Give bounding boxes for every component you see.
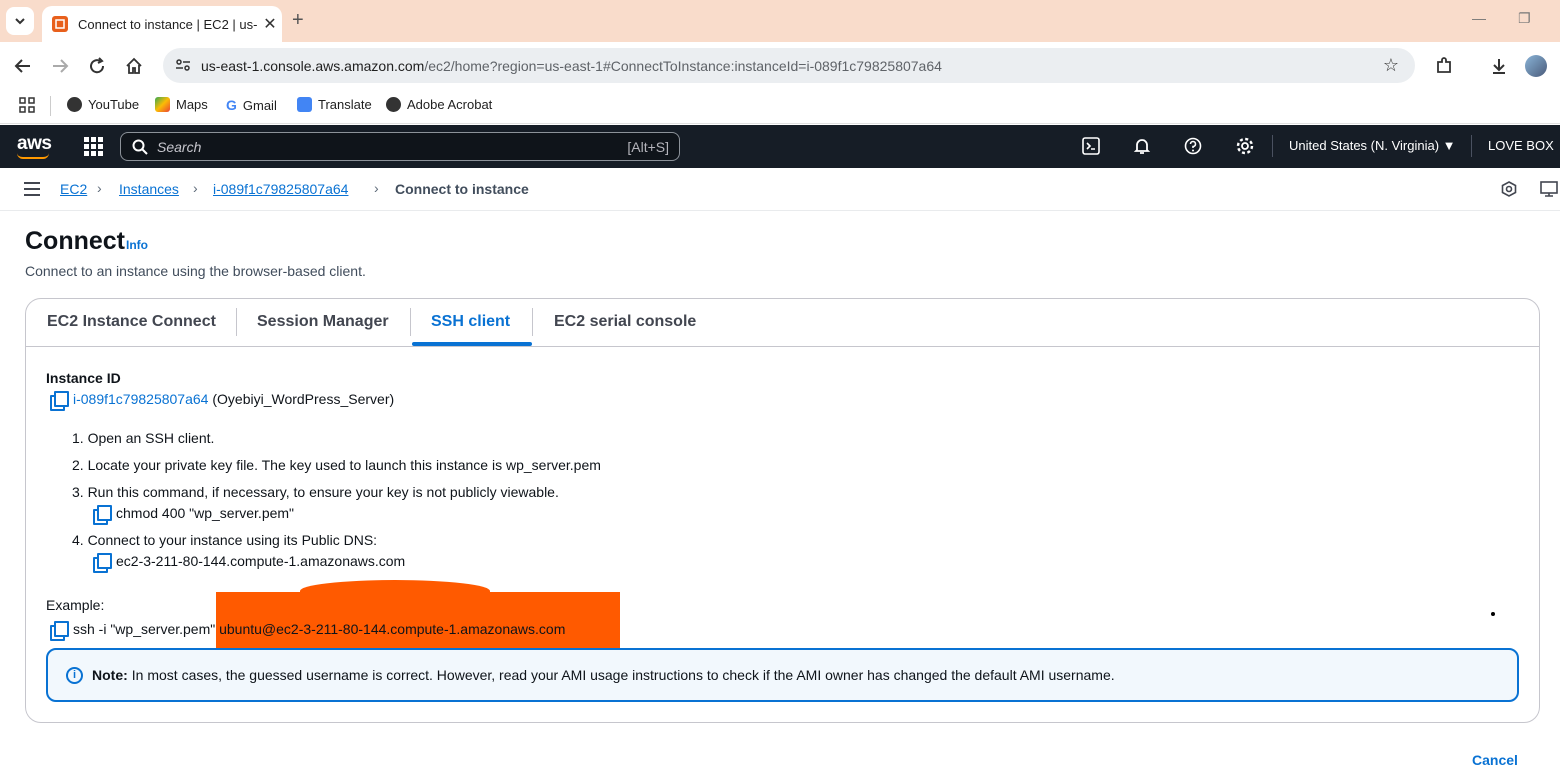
copy-icon[interactable] <box>50 391 69 411</box>
info-link[interactable]: Info <box>126 238 148 252</box>
search-shortcut: [Alt+S] <box>627 138 669 155</box>
step-1: 1. Open an SSH client. <box>72 430 215 446</box>
note-text: In most cases, the guessed username is c… <box>131 667 1115 683</box>
url-path: /ec2/home?region=us-east-1#ConnectToInst… <box>424 57 942 74</box>
copy-icon[interactable] <box>93 553 112 573</box>
bookmarks-bar: YouTube Maps G Gmail Translate Adobe Acro… <box>0 88 1560 124</box>
feedback-icon[interactable] <box>1501 181 1517 200</box>
breadcrumb-instances[interactable]: Instances <box>119 181 179 197</box>
chmod-command-row: chmod 400 "wp_server.pem" <box>93 505 295 525</box>
new-tab-icon[interactable]: + <box>292 9 304 32</box>
tab-close-icon[interactable]: ✕ <box>258 14 282 34</box>
browser-tab-strip: Connect to instance | EC2 | us-e ✕ + — ❐ <box>0 0 1560 42</box>
aws-logo-smile <box>17 153 49 159</box>
browser-tab-active[interactable]: Connect to instance | EC2 | us-e ✕ <box>42 6 282 42</box>
menu-hamburger-icon[interactable] <box>24 182 40 200</box>
tab-search-button[interactable] <box>6 7 34 35</box>
notifications-bell-icon[interactable] <box>1132 136 1152 156</box>
home-icon[interactable] <box>122 54 146 78</box>
tab-title: Connect to instance | EC2 | us-e <box>78 16 258 32</box>
tab-session-manager[interactable]: Session Manager <box>257 313 389 331</box>
example-label: Example: <box>46 597 105 613</box>
chevron-right-icon: › <box>97 180 102 196</box>
tab-ec2-instance-connect[interactable]: EC2 Instance Connect <box>47 313 216 331</box>
globe-icon <box>67 97 82 112</box>
breadcrumb-ec2[interactable]: EC2 <box>60 181 87 197</box>
tab-ssh-client[interactable]: SSH client <box>431 313 510 331</box>
instance-name: (Oyebiyi_WordPress_Server) <box>212 391 395 407</box>
download-icon[interactable] <box>1487 54 1511 78</box>
back-icon[interactable] <box>11 54 35 78</box>
address-bar[interactable]: us-east-1.console.aws.amazon.com/ec2/hom… <box>163 48 1415 83</box>
help-icon[interactable] <box>1183 136 1203 156</box>
example-command-row: ssh -i "wp_server.pem" ubuntu@ec2-3-211-… <box>50 621 566 641</box>
bookmark-star-icon[interactable]: ☆ <box>1383 55 1399 76</box>
instance-id-value[interactable]: i-089f1c79825807a64 <box>73 391 208 407</box>
example-command: ssh -i "wp_server.pem" ubuntu@ec2-3-211-… <box>73 621 566 637</box>
search-icon <box>132 139 148 158</box>
aws-logo[interactable]: aws <box>17 133 52 155</box>
account-menu[interactable]: LOVE BOX ▼ <box>1488 138 1560 153</box>
restore-icon[interactable]: ❐ <box>1518 10 1531 27</box>
bookmark-translate[interactable]: Translate <box>297 97 372 112</box>
step-2: 2. Locate your private key file. The key… <box>72 457 601 473</box>
cloudshell-icon[interactable] <box>1081 136 1101 156</box>
copy-icon[interactable] <box>93 505 112 525</box>
site-info-icon[interactable] <box>175 57 191 76</box>
forward-icon[interactable] <box>48 54 72 78</box>
username-note-alert: i Note: In most cases, the guessed usern… <box>46 648 1519 702</box>
public-dns-row: ec2-3-211-80-144.compute-1.amazonaws.com <box>93 553 406 573</box>
chevron-right-icon: › <box>374 180 379 196</box>
public-dns-value: ec2-3-211-80-144.compute-1.amazonaws.com <box>116 553 406 569</box>
profile-avatar[interactable] <box>1524 54 1548 78</box>
connect-method-tabs: EC2 Instance Connect Session Manager SSH… <box>26 299 1539 347</box>
bookmark-maps[interactable]: Maps <box>155 97 208 112</box>
active-tab-indicator <box>412 342 532 346</box>
breadcrumb: EC2 › Instances › i-089f1c79825807a64 › … <box>0 168 1560 211</box>
copy-icon[interactable] <box>50 621 69 641</box>
settings-gear-icon[interactable] <box>1235 136 1255 156</box>
region-selector[interactable]: United States (N. Virginia) ▼ <box>1289 138 1456 153</box>
maps-icon <box>155 97 170 112</box>
search-placeholder: Search <box>157 138 202 155</box>
note-label: Note: <box>92 667 128 683</box>
step-4: 4. Connect to your instance using its Pu… <box>72 532 378 548</box>
step-3: 3. Run this command, if necessary, to en… <box>72 484 559 500</box>
globe-icon <box>386 97 401 112</box>
instance-id-row: i-089f1c79825807a64 (Oyebiyi_WordPress_S… <box>50 391 395 411</box>
chevron-right-icon: › <box>193 180 198 196</box>
aws-search-input[interactable]: Search [Alt+S] <box>120 132 680 161</box>
extensions-icon[interactable] <box>1432 54 1456 78</box>
chevron-down-icon <box>15 18 25 25</box>
breadcrumb-instance-id[interactable]: i-089f1c79825807a64 <box>213 181 348 197</box>
bookmark-youtube[interactable]: YouTube <box>67 97 139 112</box>
services-grid-icon[interactable] <box>84 137 103 156</box>
bookmark-gmail[interactable]: G Gmail <box>226 97 277 113</box>
reload-icon[interactable] <box>85 54 109 78</box>
chmod-command: chmod 400 "wp_server.pem" <box>116 505 295 521</box>
page-subtitle: Connect to an instance using the browser… <box>25 263 366 279</box>
tab-ec2-serial-console[interactable]: EC2 serial console <box>554 313 696 331</box>
translate-icon <box>297 97 312 112</box>
stray-dot <box>1491 612 1495 616</box>
instance-id-label: Instance ID <box>46 370 121 386</box>
aws-favicon-icon <box>52 16 68 32</box>
cancel-button[interactable]: Cancel <box>1472 752 1518 768</box>
google-icon: G <box>226 97 237 113</box>
minimize-icon[interactable]: — <box>1472 10 1486 26</box>
apps-grid-icon[interactable] <box>19 97 35 113</box>
url-host: us-east-1.console.aws.amazon.com <box>201 57 425 74</box>
aws-top-nav: aws Search [Alt+S] United States (N. Vir… <box>0 125 1560 168</box>
page-title: Connect <box>25 227 125 255</box>
breadcrumb-current: Connect to instance <box>395 181 529 197</box>
tools-panel-icon[interactable] <box>1540 181 1558 200</box>
bookmark-adobe-acrobat[interactable]: Adobe Acrobat <box>386 97 492 112</box>
info-icon: i <box>66 666 83 684</box>
browser-toolbar: us-east-1.console.aws.amazon.com/ec2/hom… <box>0 42 1560 88</box>
